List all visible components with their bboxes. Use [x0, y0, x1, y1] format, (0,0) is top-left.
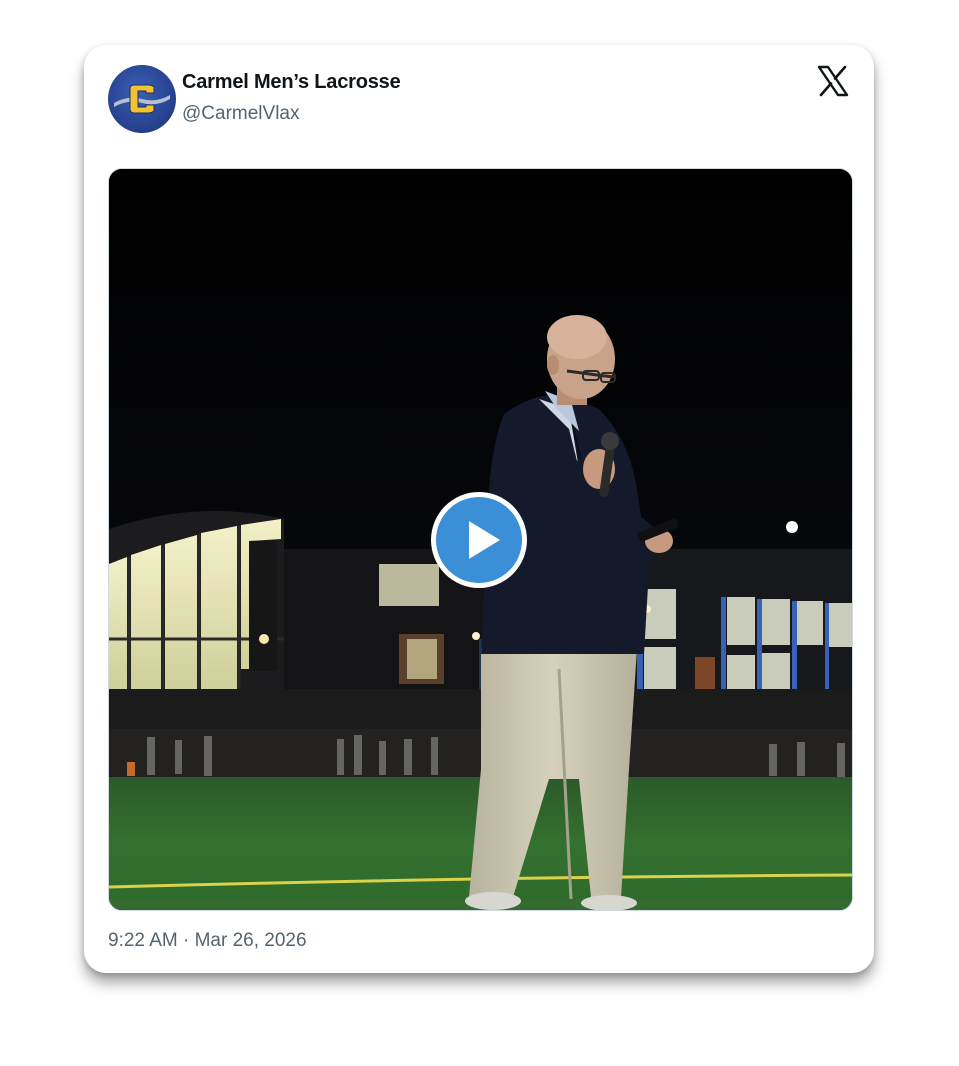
play-button[interactable] — [431, 492, 527, 588]
author-name[interactable]: Carmel Men’s Lacrosse — [182, 71, 401, 94]
play-button-circle — [436, 497, 522, 583]
x-logo-icon[interactable] — [817, 65, 849, 97]
play-icon — [469, 521, 500, 559]
tweet-card[interactable]: Carmel Men’s Lacrosse @CarmelVlax 9:22 A… — [84, 45, 874, 973]
author-handle[interactable]: @CarmelVlax — [182, 103, 299, 125]
avatar[interactable] — [108, 65, 176, 133]
carmel-c-logo-icon — [114, 84, 170, 114]
tweet-timestamp[interactable]: 9:22 AM · Mar 26, 2026 — [108, 930, 307, 952]
video-thumbnail[interactable] — [108, 168, 853, 911]
